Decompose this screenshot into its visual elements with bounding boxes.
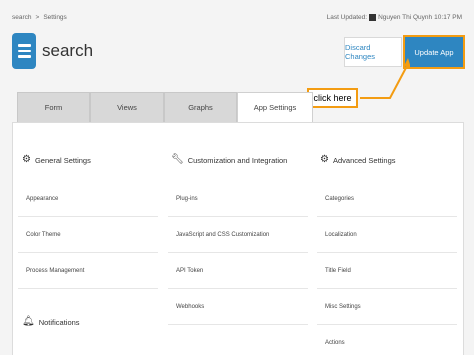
tab-bar: Form Views Graphs App Settings [17,92,313,122]
top-bar: search > Settings Last Updated: Nguyen T… [0,0,474,30]
last-updated-time: 10:17 PM [434,14,462,21]
settings-panel: ⚙ General Settings Appearance Color Them… [12,122,464,355]
list-item-api-token[interactable]: API Token [168,253,308,289]
list-item-appearance[interactable]: Appearance [18,181,158,217]
callout-arrow-icon [360,58,410,99]
breadcrumb-root[interactable]: search [12,14,32,21]
customization-list: Plug-ins JavaScript and CSS Customizatio… [168,181,308,325]
gears-icon: ⚙ [320,154,329,165]
list-item-webhooks[interactable]: Webhooks [168,289,308,325]
app-list-icon [12,33,36,69]
tab-views[interactable]: Views [90,92,164,122]
list-item-categories[interactable]: Categories [317,181,457,217]
list-item-plug-ins[interactable]: Plug-ins [168,181,308,217]
customization-title: Customization and Integration [187,155,288,165]
notifications-header: 🔔︎ Notifications [22,317,80,327]
list-item-actions[interactable]: Actions [317,325,457,355]
list-item-process-management[interactable]: Process Management [18,253,158,289]
general-settings-list: Appearance Color Theme Process Managemen… [18,181,158,289]
last-updated: Last Updated: Nguyen Thi Quynh 10:17 PM [327,14,462,21]
list-item-misc-settings[interactable]: Misc Settings [317,289,457,325]
last-updated-user: Nguyen Thi Quynh [378,14,433,21]
app-title: search [42,41,94,60]
advanced-settings-title: Advanced Settings [332,155,396,165]
list-item-localization[interactable]: Localization [317,217,457,253]
callout-label: click here [307,88,358,108]
advanced-settings-header: ⚙ Advanced Settings [320,155,396,165]
breadcrumb-separator: > [35,14,40,21]
bell-icon: 🔔︎ [22,316,35,327]
wrench-icon: 🔧︎ [171,154,184,165]
advanced-settings-list: Categories Localization Title Field Misc… [317,181,457,355]
tab-graphs[interactable]: Graphs [164,92,237,122]
breadcrumb-current: Settings [43,14,67,21]
general-settings-title: General Settings [34,155,91,165]
user-icon [369,14,377,21]
last-updated-label: Last Updated: [326,14,368,21]
gear-icon: ⚙ [22,154,31,165]
tab-form[interactable]: Form [17,92,90,122]
general-settings-header: ⚙ General Settings [22,155,91,165]
notifications-title: Notifications [38,317,80,327]
list-item-title-field[interactable]: Title Field [317,253,457,289]
tab-app-settings[interactable]: App Settings [237,92,313,122]
customization-header: 🔧︎ Customization and Integration [171,155,287,165]
update-app-button[interactable]: Update App [405,37,463,67]
list-item-color-theme[interactable]: Color Theme [18,217,158,253]
breadcrumb: search > Settings [12,14,67,21]
list-item-js-css-customization[interactable]: JavaScript and CSS Customization [168,217,308,253]
